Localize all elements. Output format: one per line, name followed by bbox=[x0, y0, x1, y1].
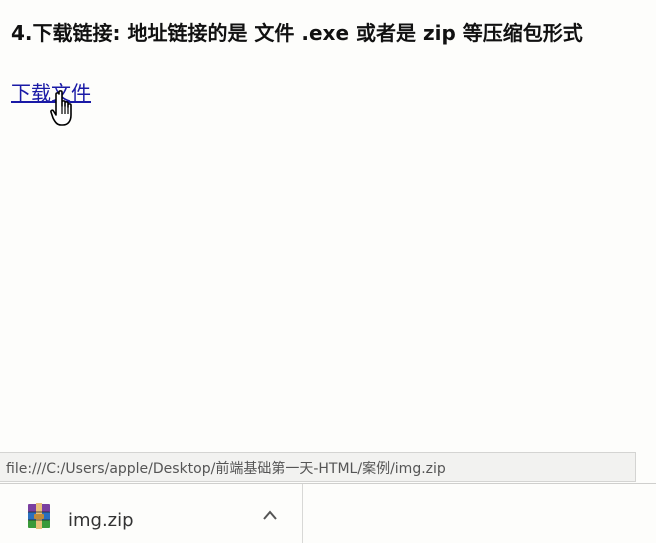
download-file-name: img.zip bbox=[68, 510, 134, 531]
winrar-archive-icon bbox=[28, 503, 50, 529]
page-heading: 4.下载链接: 地址链接的是 文件 .exe 或者是 zip 等压缩包形式 bbox=[11, 21, 583, 45]
chevron-up-icon[interactable] bbox=[262, 509, 278, 521]
download-item[interactable]: img.zip bbox=[0, 484, 303, 543]
status-bar-url: file:///C:/Users/apple/Desktop/前端基础第一天-H… bbox=[0, 452, 636, 482]
hand-pointer-icon bbox=[50, 90, 72, 126]
page-viewport: 4.下载链接: 地址链接的是 文件 .exe 或者是 zip 等压缩包形式 下载… bbox=[0, 0, 656, 483]
download-bar: img.zip bbox=[0, 483, 656, 543]
